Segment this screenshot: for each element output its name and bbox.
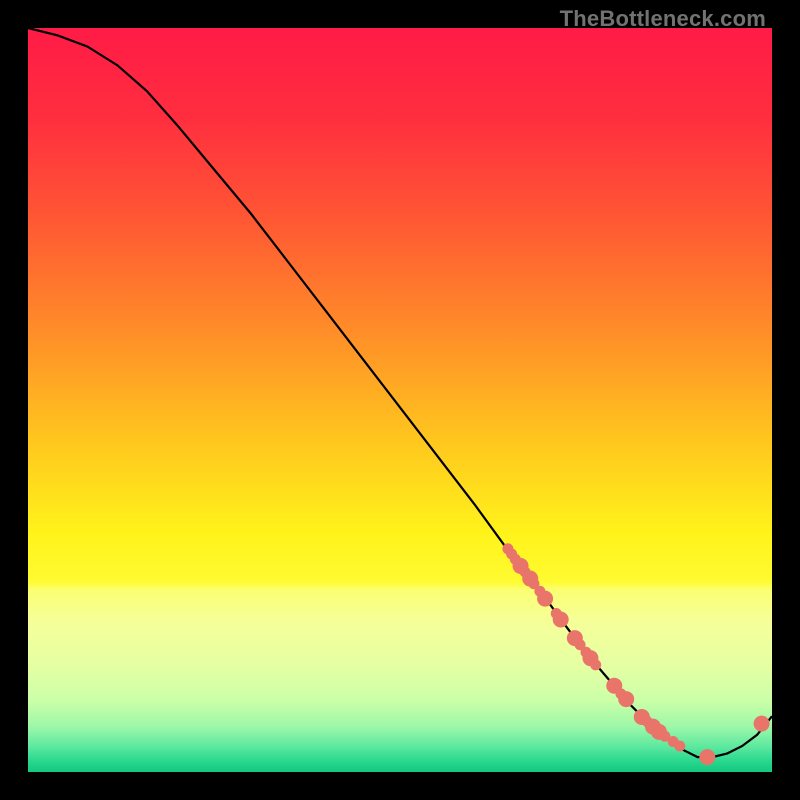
bottleneck-curve bbox=[28, 28, 772, 757]
chart-stage: TheBottleneck.com bbox=[0, 0, 800, 800]
highlight-dot bbox=[618, 691, 634, 707]
highlight-dot bbox=[674, 740, 685, 751]
highlight-dot bbox=[699, 749, 715, 765]
highlight-dot bbox=[553, 611, 569, 627]
highlight-dots bbox=[502, 543, 769, 765]
watermark-label: TheBottleneck.com bbox=[560, 6, 766, 32]
curve-layer bbox=[28, 28, 772, 772]
highlight-dot bbox=[537, 591, 553, 607]
highlight-dot bbox=[754, 716, 770, 732]
plot-area bbox=[28, 28, 772, 772]
highlight-dot bbox=[590, 659, 601, 670]
